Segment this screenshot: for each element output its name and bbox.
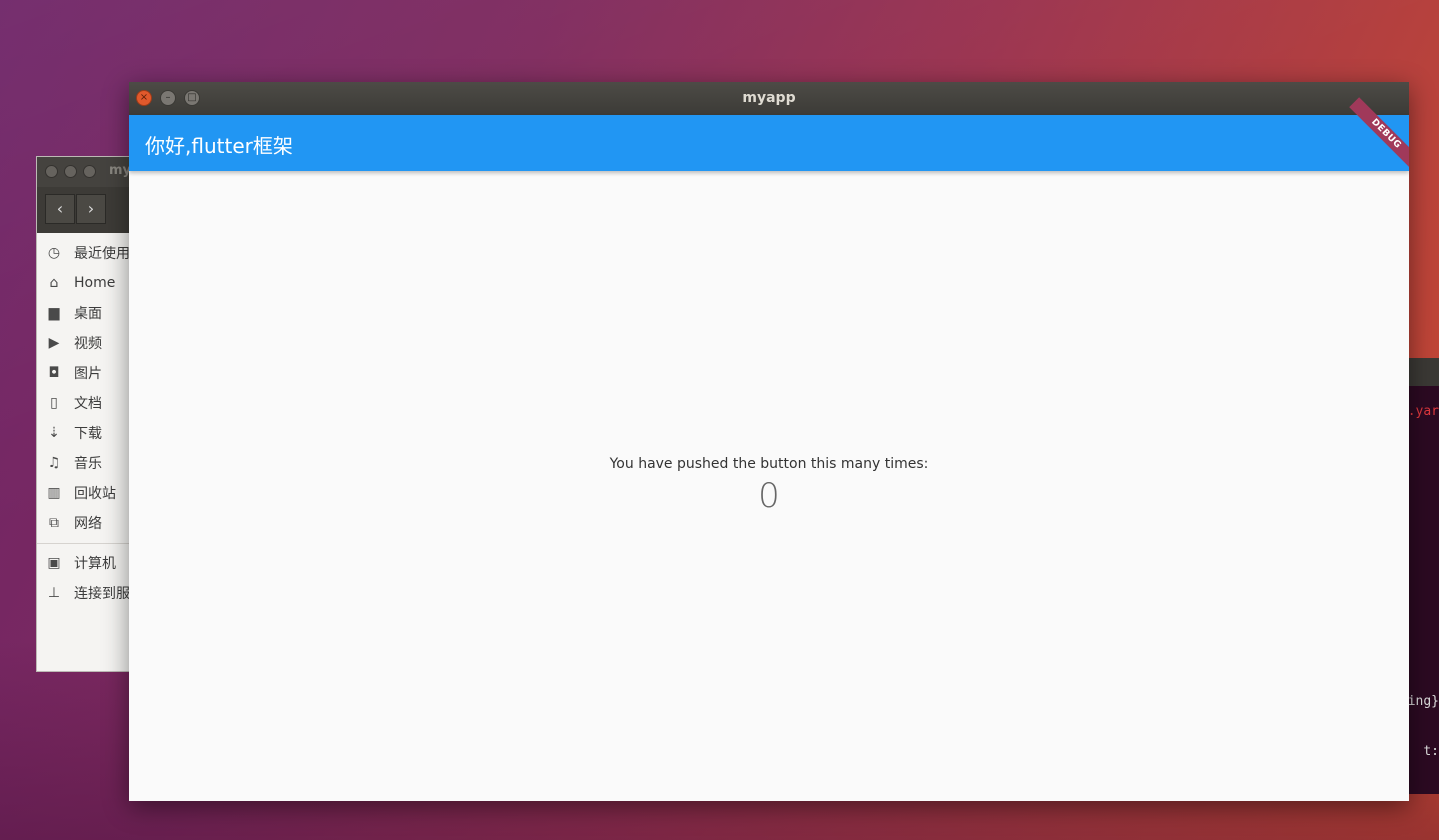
file-manager-title: my: [109, 163, 132, 178]
sidebar-item[interactable]: ▣ 计算机: [45, 551, 116, 575]
sidebar-item[interactable]: ▯ 文档: [45, 391, 102, 415]
terminal-text-line: t:: [1423, 744, 1439, 759]
sidebar-item-label: 桌面: [74, 306, 102, 322]
back-button[interactable]: ‹: [45, 194, 75, 224]
app-body: You have pushed the button this many tim…: [129, 171, 1409, 801]
sidebar-item[interactable]: ⊥ 连接到服: [45, 581, 130, 605]
sidebar-item-label: Home: [74, 275, 116, 291]
window-titlebar[interactable]: × – □ myapp: [129, 82, 1409, 115]
maximize-icon[interactable]: [83, 165, 96, 178]
terminal-text-line: .yar: [1407, 404, 1439, 419]
sidebar-item-label: 网络: [74, 516, 102, 532]
music-icon: ♫: [47, 455, 61, 471]
sidebar-item-label: 连接到服: [74, 586, 130, 602]
sidebar-item[interactable]: ◷ 最近使用: [45, 241, 130, 265]
sidebar-item-label: 最近使用: [74, 246, 130, 262]
home-icon: ⌂: [49, 275, 59, 291]
camera-icon: ◘: [48, 365, 60, 381]
sidebar-item-label: 视频: [74, 336, 102, 352]
document-icon: ▯: [50, 395, 58, 411]
video-icon: ▶: [48, 335, 60, 351]
file-manager-titlebar[interactable]: my: [37, 157, 135, 187]
server-icon: ⊥: [47, 585, 61, 601]
file-manager-window[interactable]: my ‹ › ◷ 最近使用 ⌂ Home ▆ 桌面 ▶ 视频 ◘ 图片 ▯ 文档 ⇣ 下载 ♫ 音乐 ▥ 回收站 ⧉…: [36, 156, 136, 672]
file-manager-toolbar: ‹ ›: [37, 187, 135, 233]
sidebar-item-label: 下载: [74, 426, 102, 442]
sidebar-item-label: 音乐: [74, 456, 102, 472]
sidebar-item-label: 计算机: [74, 556, 116, 572]
sidebar-item-label: 文档: [74, 396, 102, 412]
minimize-icon[interactable]: [64, 165, 77, 178]
counter-value: 0: [758, 476, 780, 516]
terminal-text-line: ing}: [1407, 694, 1439, 709]
close-icon[interactable]: [45, 165, 58, 178]
counter-message: You have pushed the button this many tim…: [609, 456, 929, 472]
sidebar-item[interactable]: ⇣ 下载: [45, 421, 102, 445]
sidebar-item[interactable]: ⧉ 网络: [45, 511, 102, 535]
app-window: × – □ myapp 你好,flutter框架 DEBUG You have …: [129, 82, 1409, 801]
trash-icon: ▥: [47, 485, 61, 501]
sidebar-item[interactable]: ⌂ Home: [45, 271, 116, 295]
sidebar-item[interactable]: ◘ 图片: [45, 361, 102, 385]
window-title: myapp: [742, 90, 796, 106]
sidebar-item-label: 图片: [74, 366, 102, 382]
sidebar-item[interactable]: ▥ 回收站: [45, 481, 116, 505]
network-icon: ⧉: [49, 515, 59, 531]
download-icon: ⇣: [48, 425, 60, 441]
folder-icon: ▆: [48, 305, 60, 321]
forward-button[interactable]: ›: [76, 194, 106, 224]
sidebar-item[interactable]: ▆ 桌面: [45, 301, 102, 325]
clock-icon: ◷: [47, 245, 61, 261]
sidebar-divider: [37, 543, 135, 544]
sidebar-item[interactable]: ▶ 视频: [45, 331, 102, 355]
page-title: 你好,flutter框架: [145, 134, 293, 158]
sidebar-item-label: 回收站: [74, 486, 116, 502]
sidebar-item[interactable]: ♫ 音乐: [45, 451, 102, 475]
app-bar: 你好,flutter框架 DEBUG: [129, 97, 1409, 171]
computer-icon: ▣: [47, 555, 61, 571]
